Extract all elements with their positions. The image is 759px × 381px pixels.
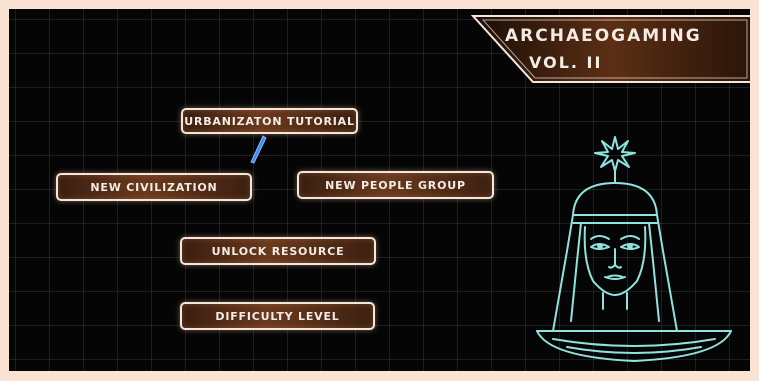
title-line-1: ARCHAEOGAMING <box>505 26 702 46</box>
difficulty-level-button[interactable]: DIFFICULTY LEVEL <box>180 302 375 330</box>
title-banner: ARCHAEOGAMING VOL. II <box>470 14 750 84</box>
title-frame-shape <box>470 15 750 83</box>
new-people-group-button[interactable]: NEW PEOPLE GROUP <box>297 171 494 199</box>
game-screen: ARCHAEOGAMING VOL. II URBANIZATON TUTORI… <box>9 9 750 371</box>
pointer-cursor-icon <box>250 135 267 164</box>
urbanization-tutorial-button[interactable]: URBANIZATON TUTORIAL <box>181 108 358 134</box>
unlock-resource-button[interactable]: UNLOCK RESOURCE <box>180 237 376 265</box>
title-line-2: VOL. II <box>529 53 603 72</box>
new-civilization-button[interactable]: NEW CIVILIZATION <box>56 173 252 201</box>
statue-head-icon <box>536 136 732 362</box>
